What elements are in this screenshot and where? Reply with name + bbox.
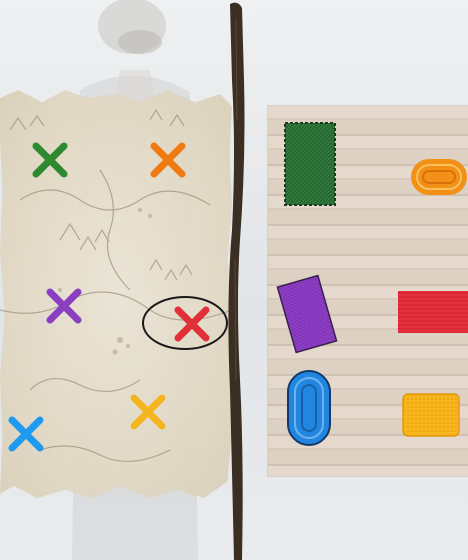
- blue-x-marker[interactable]: [6, 414, 46, 454]
- yellow-x-marker[interactable]: [128, 392, 168, 432]
- purple-x-marker[interactable]: [44, 286, 84, 326]
- orange-x-marker[interactable]: [148, 140, 188, 180]
- blue-oval-piece[interactable]: [287, 370, 331, 446]
- green-x-marker[interactable]: [30, 140, 70, 180]
- green-rectangle-piece[interactable]: [284, 122, 336, 206]
- red-rectangle-piece[interactable]: [398, 291, 468, 333]
- orange-oval-piece[interactable]: [410, 158, 468, 196]
- purple-rectangle-piece[interactable]: [276, 274, 338, 354]
- wooden-divider-stick: [228, 2, 245, 560]
- selection-circle: [142, 296, 228, 350]
- yellow-square-piece[interactable]: [402, 393, 460, 437]
- game-scene: [0, 0, 468, 560]
